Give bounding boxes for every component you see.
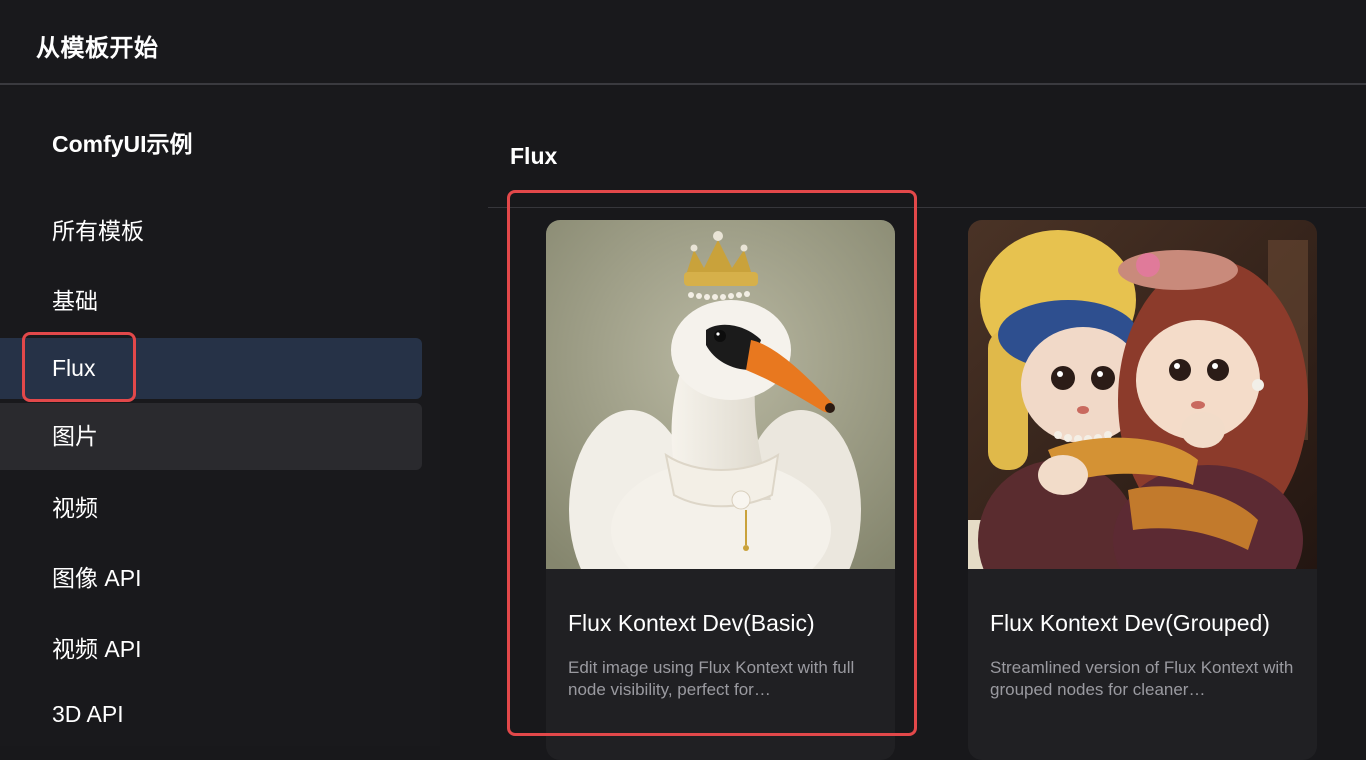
sidebar-item-3d-api[interactable]: 3D API — [0, 684, 422, 745]
template-card-title: Flux Kontext Dev(Basic) — [568, 610, 815, 636]
sidebar-item-label: 视频 — [52, 495, 98, 521]
template-gallery: Flux Flux Kontext Dev(Basic) Edit image … — [440, 87, 1366, 760]
sidebar-item-label: 所有模板 — [52, 218, 144, 244]
sidebar-item-image-api[interactable]: 图像 API — [0, 548, 422, 609]
swan-with-crown-image — [546, 220, 895, 569]
sidebar-item-label: 基础 — [52, 288, 98, 314]
sidebar: ComfyUI示例 所有模板 基础 Flux 图片 视频 图像 API 视频 A… — [0, 87, 440, 746]
section-divider — [488, 207, 1366, 208]
two-felt-dolls-image — [968, 220, 1317, 569]
template-card-title: Flux Kontext Dev(Grouped) — [990, 610, 1270, 636]
sidebar-item-video-api[interactable]: 视频 API — [0, 619, 422, 680]
template-card-flux-kontext-grouped[interactable]: Flux Kontext Dev(Grouped) Streamlined ve… — [968, 220, 1317, 760]
template-card-description: Streamlined version of Flux Kontext with… — [990, 658, 1294, 699]
sidebar-item-label: 图像 API — [52, 565, 142, 591]
template-thumbnail — [546, 220, 895, 569]
sidebar-item-basic[interactable]: 基础 — [0, 271, 422, 332]
sidebar-item-video[interactable]: 视频 — [0, 478, 422, 539]
sidebar-item-all-templates[interactable]: 所有模板 — [0, 201, 422, 262]
template-card-description: Edit image using Flux Kontext with full … — [568, 658, 855, 699]
dialog-title: 从模板开始 — [36, 35, 159, 62]
sidebar-item-image[interactable]: 图片 — [0, 403, 422, 470]
sidebar-title: ComfyUI示例 — [52, 131, 193, 157]
template-card-flux-kontext-basic[interactable]: Flux Kontext Dev(Basic) Edit image using… — [546, 220, 895, 760]
section-title: Flux — [510, 143, 558, 169]
sidebar-item-label: 图片 — [52, 423, 98, 449]
template-thumbnail — [968, 220, 1317, 569]
sidebar-item-label: Flux — [52, 355, 96, 381]
sidebar-item-label: 3D API — [52, 701, 124, 727]
sidebar-item-flux[interactable]: Flux — [0, 338, 422, 399]
sidebar-item-label: 视频 API — [52, 636, 142, 662]
dialog-header: 从模板开始 — [0, 0, 1366, 85]
